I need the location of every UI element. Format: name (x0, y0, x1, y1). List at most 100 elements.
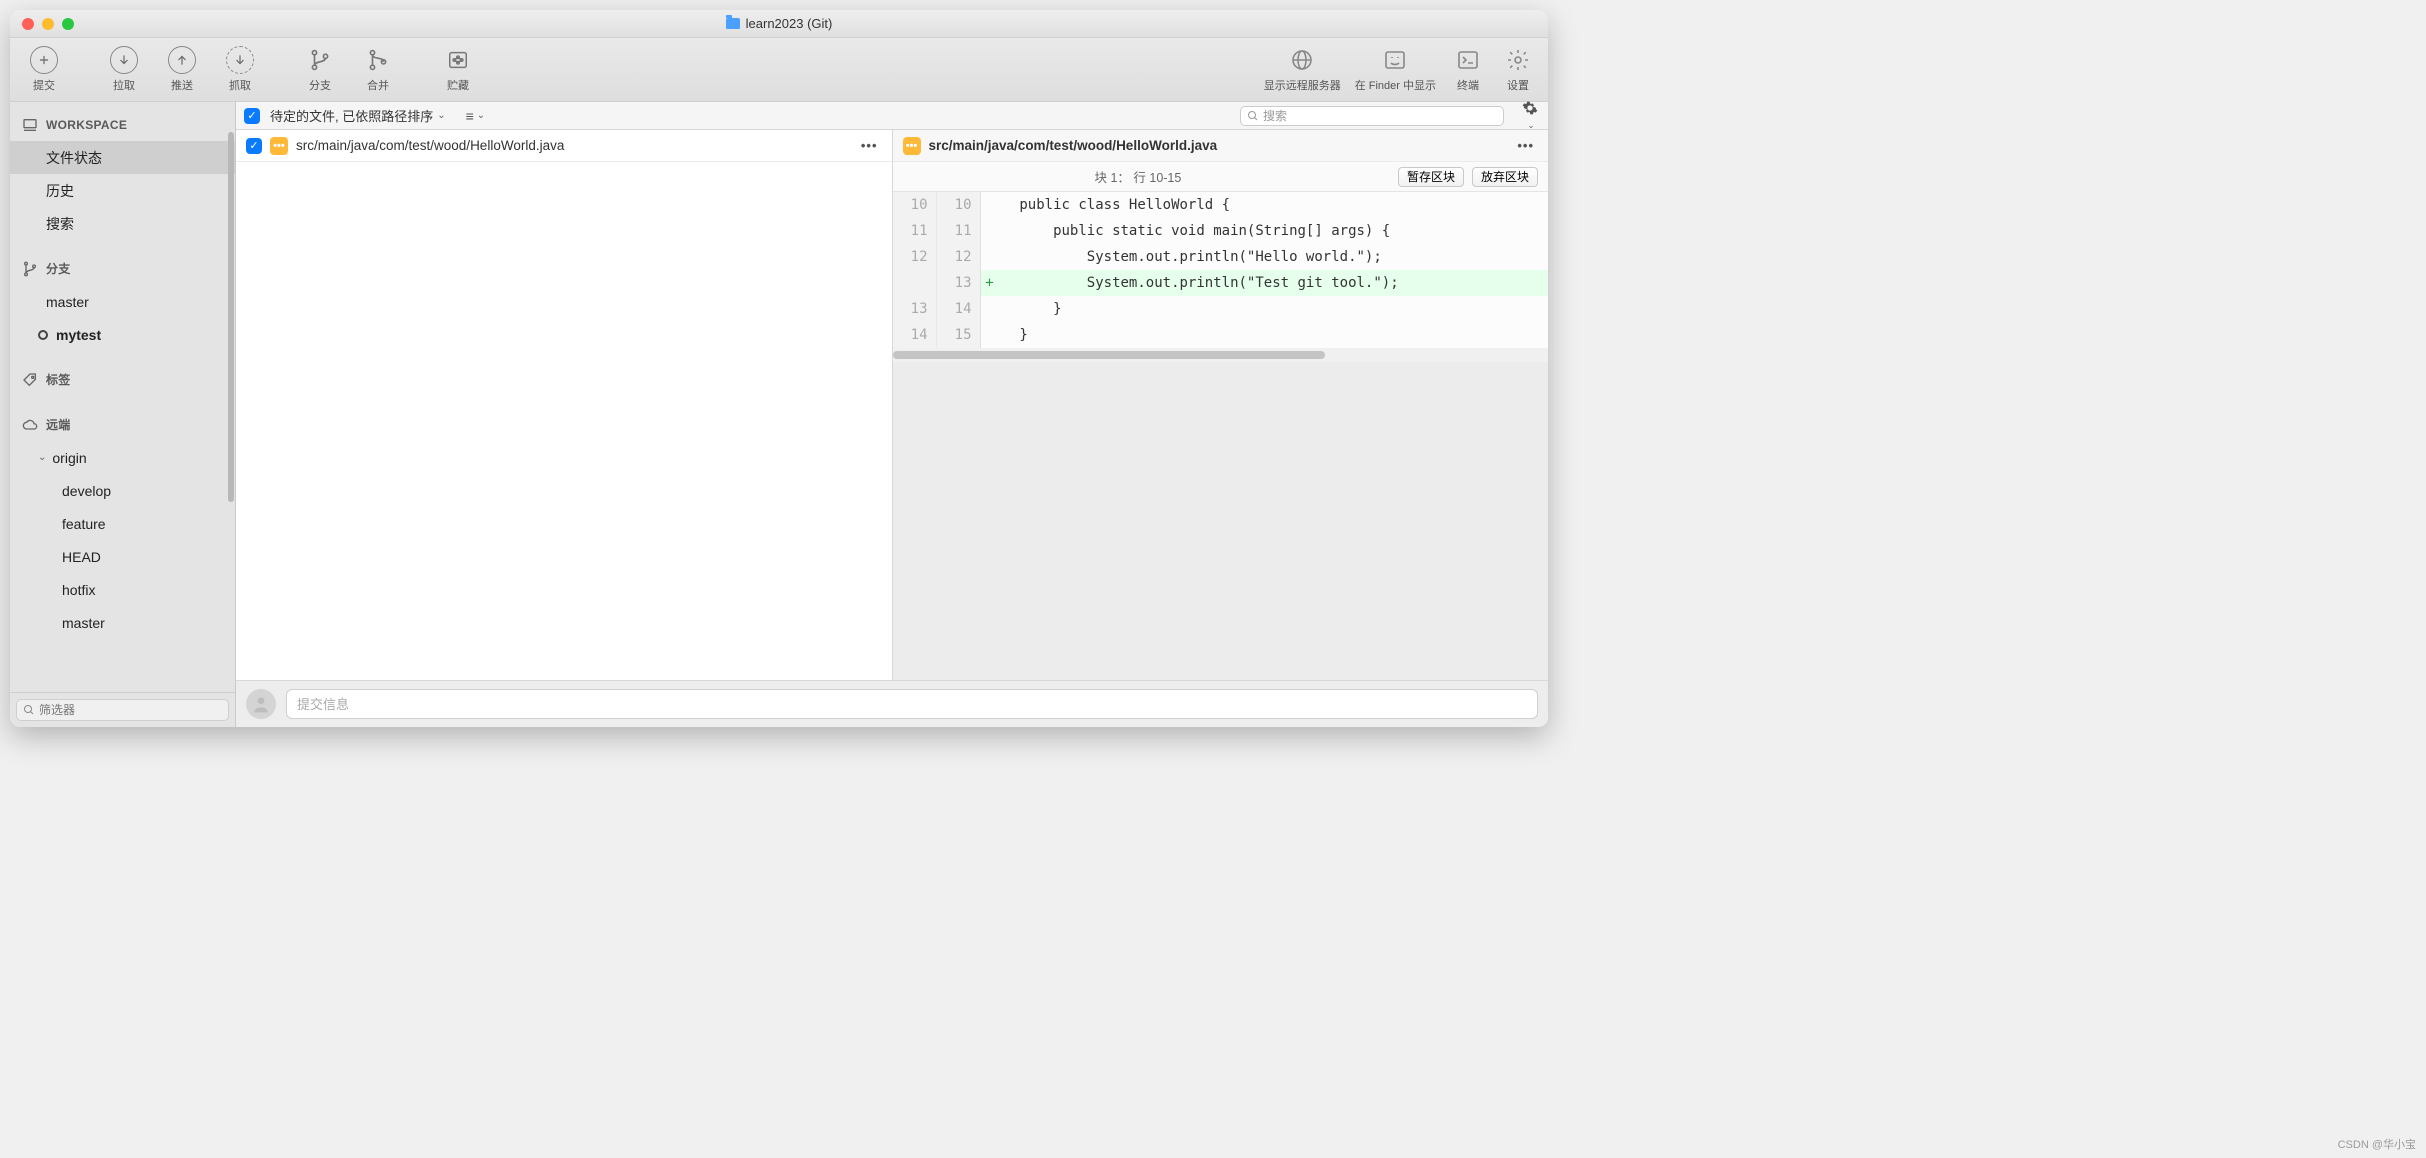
titlebar: learn2023 (Git) (10, 10, 1548, 38)
sidebar-item-search[interactable]: 搜索 (10, 207, 235, 240)
window-title-text: learn2023 (Git) (746, 16, 833, 31)
diff-body: 1010 public class HelloWorld {1111 publi… (893, 192, 1549, 348)
sidebar-remote-develop[interactable]: develop (10, 474, 235, 507)
search-input[interactable]: 搜索 (1240, 106, 1504, 126)
diff-line[interactable]: 1212 System.out.println("Hello world."); (893, 244, 1549, 270)
diff-marker (981, 218, 999, 244)
user-icon (251, 694, 271, 714)
pull-button[interactable]: 拉取 (98, 46, 150, 93)
diff-marker (981, 244, 999, 270)
chevron-down-icon: ⌄ (437, 110, 445, 121)
diff-line[interactable]: 1111 public static void main(String[] ar… (893, 218, 1549, 244)
terminal-button[interactable]: 终端 (1446, 46, 1490, 93)
minimize-icon[interactable] (42, 18, 54, 30)
chevron-down-icon: ⌄ (38, 452, 46, 463)
diff-marker (981, 296, 999, 322)
new-line-number: 14 (937, 296, 981, 322)
gear-icon (1522, 100, 1538, 116)
diff-actions-button[interactable]: ••• (1513, 138, 1538, 153)
list-icon: ≡ (466, 108, 474, 124)
sidebar-branch-mytest[interactable]: mytest (10, 318, 235, 351)
sidebar-header-remotes[interactable]: 远端 (10, 408, 235, 441)
sidebar-remote-feature[interactable]: feature (10, 507, 235, 540)
show-in-finder-button[interactable]: 在 Finder 中显示 (1351, 46, 1440, 93)
finder-icon (1381, 46, 1409, 74)
select-all-checkbox[interactable]: ✓ (244, 108, 260, 124)
modified-badge-icon: ••• (270, 137, 288, 155)
view-mode-dropdown[interactable]: ≡ ⌄ (466, 108, 486, 124)
sidebar-header-branches[interactable]: 分支 (10, 252, 235, 285)
filter-settings-button[interactable]: ⌄ (1522, 100, 1540, 131)
file-checkbox[interactable]: ✓ (246, 138, 262, 154)
old-line-number: 14 (893, 322, 937, 348)
traffic-lights (22, 18, 74, 30)
avatar (246, 689, 276, 719)
diff-horizontal-scrollbar[interactable] (893, 348, 1549, 362)
code-text: } (999, 296, 1549, 322)
modified-badge-icon: ••• (903, 137, 921, 155)
toolbar: 提交 拉取 推送 抓取 分支 (10, 38, 1548, 102)
diff-marker: + (981, 270, 999, 296)
current-branch-icon (38, 330, 48, 340)
code-text: System.out.println("Test git tool."); (999, 270, 1549, 296)
watermark: CSDN @华小宝 (2338, 1136, 2416, 1152)
fetch-button[interactable]: 抓取 (214, 46, 266, 93)
sidebar-header-tags[interactable]: 标签 (10, 363, 235, 396)
gear-icon (1504, 46, 1532, 74)
new-line-number: 11 (937, 218, 981, 244)
file-actions-button[interactable]: ••• (857, 138, 882, 153)
sidebar-item-history[interactable]: 历史 (10, 174, 235, 207)
filter-bar: ✓ 待定的文件, 已依照路径排序 ⌄ ≡ ⌄ 搜索 ⌄ (236, 102, 1548, 130)
sidebar-remote-master[interactable]: master (10, 606, 235, 639)
zoom-icon[interactable] (62, 18, 74, 30)
close-icon[interactable] (22, 18, 34, 30)
file-path: src/main/java/com/test/wood/HelloWorld.j… (296, 138, 849, 153)
sidebar-header-workspace[interactable]: WORKSPACE (10, 108, 235, 141)
sidebar-scrollbar[interactable] (228, 132, 234, 502)
new-line-number: 13 (937, 270, 981, 296)
push-button[interactable]: 推送 (156, 46, 208, 93)
commit-button[interactable]: 提交 (18, 46, 70, 93)
diff-line[interactable]: 1010 public class HelloWorld { (893, 192, 1549, 218)
merge-button[interactable]: 合并 (352, 46, 404, 93)
code-text: public static void main(String[] args) { (999, 218, 1549, 244)
file-row[interactable]: ✓ ••• src/main/java/com/test/wood/HelloW… (236, 130, 892, 162)
sidebar-remote-head[interactable]: HEAD (10, 540, 235, 573)
sidebar-filter (10, 692, 235, 727)
discard-hunk-button[interactable]: 放弃区块 (1472, 167, 1538, 187)
chevron-down-icon: ⌄ (477, 110, 485, 121)
stash-icon (444, 46, 472, 74)
sort-dropdown[interactable]: 待定的文件, 已依照路径排序 ⌄ (270, 106, 446, 125)
settings-button[interactable]: 设置 (1496, 46, 1540, 93)
sidebar: WORKSPACE 文件状态 历史 搜索 分支 master mytest (10, 102, 236, 727)
branch-icon (22, 261, 38, 277)
diff-file-path: src/main/java/com/test/wood/HelloWorld.j… (929, 138, 1506, 153)
branch-button[interactable]: 分支 (294, 46, 346, 93)
window-title: learn2023 (Git) (10, 16, 1548, 31)
commit-message-input[interactable] (286, 689, 1538, 719)
code-text: System.out.println("Hello world."); (999, 244, 1549, 270)
app-window: learn2023 (Git) 提交 拉取 推送 抓取 (10, 10, 1548, 727)
sidebar-item-file-status[interactable]: 文件状态 (10, 141, 235, 174)
show-remote-button[interactable]: 显示远程服务器 (1260, 46, 1345, 93)
sidebar-remote-origin[interactable]: ⌄ origin (10, 441, 235, 474)
diff-pane: ••• src/main/java/com/test/wood/HelloWor… (892, 130, 1549, 680)
globe-icon (1288, 46, 1316, 74)
file-list-pane: ✓ ••• src/main/java/com/test/wood/HelloW… (236, 130, 892, 680)
sidebar-branch-master[interactable]: master (10, 285, 235, 318)
monitor-icon (22, 117, 38, 133)
arrow-down-circle-icon (110, 46, 138, 74)
stash-button[interactable]: 贮藏 (432, 46, 484, 93)
merge-icon (364, 46, 392, 74)
sidebar-remote-hotfix[interactable]: hotfix (10, 573, 235, 606)
sidebar-filter-input[interactable] (16, 699, 229, 721)
diff-line[interactable]: 13+ System.out.println("Test git tool.")… (893, 270, 1549, 296)
cloud-icon (22, 417, 38, 433)
old-line-number: 13 (893, 296, 937, 322)
old-line-number: 12 (893, 244, 937, 270)
diff-line[interactable]: 1415 } (893, 322, 1549, 348)
diff-line[interactable]: 1314 } (893, 296, 1549, 322)
folder-icon (726, 18, 740, 29)
stage-hunk-button[interactable]: 暂存区块 (1398, 167, 1464, 187)
tag-icon (22, 372, 38, 388)
